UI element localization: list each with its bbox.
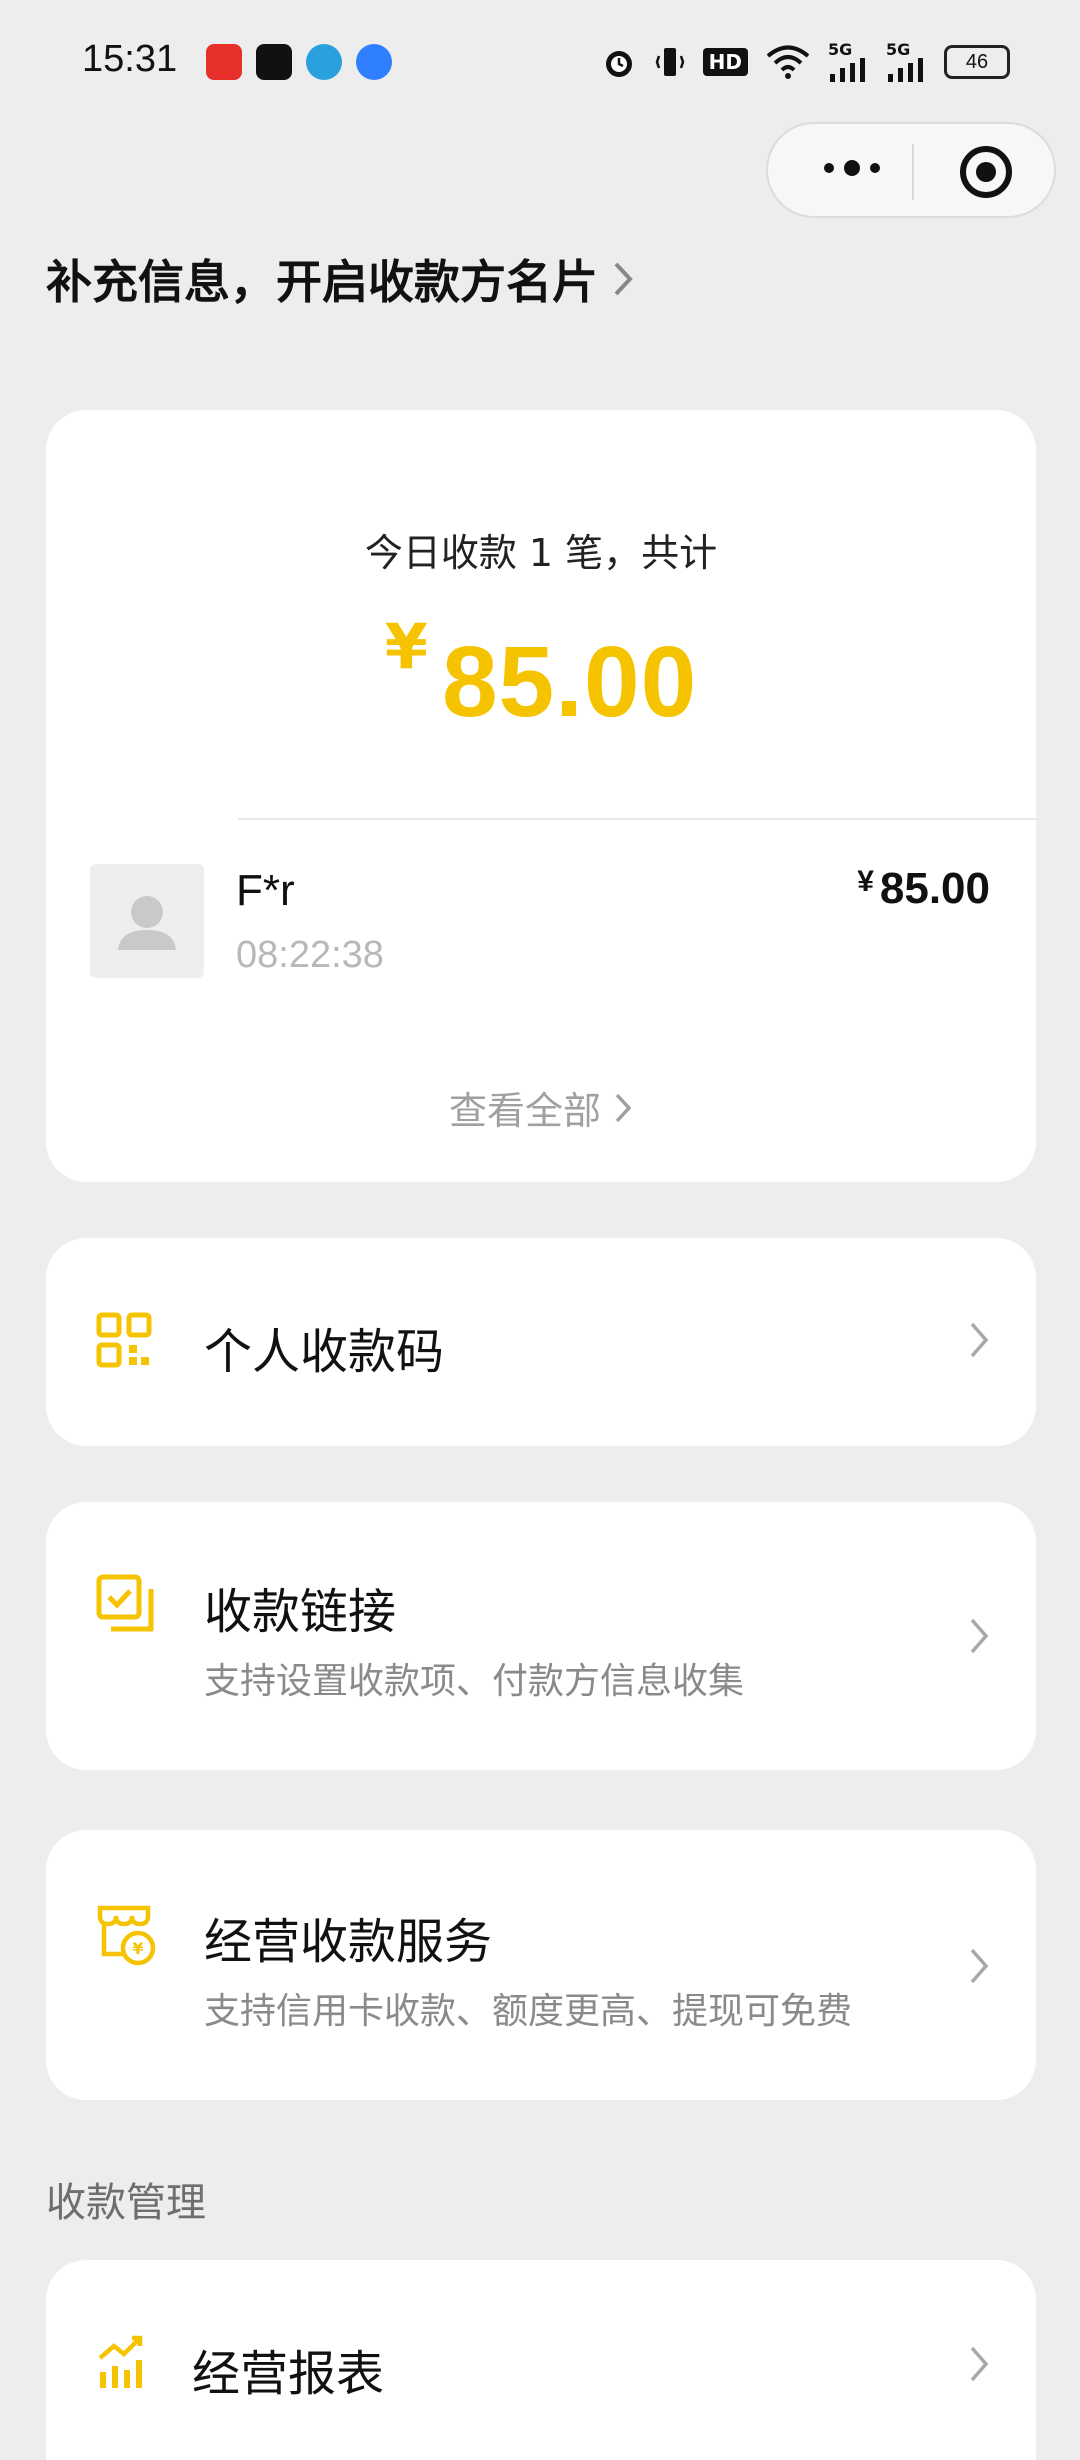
chevron-right-icon [614,262,633,296]
currency-symbol: ¥ [857,865,874,898]
capsule-menu [766,122,1056,218]
chevron-right-icon [970,1322,989,1358]
section-title: 收款管理 [46,2180,206,2226]
transaction-amount-value: 85.00 [879,864,990,913]
vibrate-icon [655,44,685,80]
summary-amount: ¥85.00 [46,610,1036,740]
complete-info-label: 补充信息，开启收款方名片 [46,255,598,309]
avatar [90,864,204,978]
chevron-right-icon [970,1618,989,1654]
payment-link-title: 收款链接 [204,1584,397,1640]
signal-icon: 5G [828,42,868,82]
svg-text:¥: ¥ [132,1939,143,1958]
alarm-icon [601,44,637,80]
business-payment-subtitle: 支持信用卡收款、额度更高、提现可免费 [204,1991,853,2032]
payment-link-card[interactable]: 收款链接 支持设置收款项、付款方信息收集 [46,1502,1036,1770]
store-payment-icon: ¥ [97,1905,156,1966]
qr-code-icon [96,1312,152,1368]
chevron-right-icon [615,1093,632,1122]
business-payment-title: 经营收款服务 [204,1914,493,1970]
wifi-icon [766,45,810,79]
payment-link-icon [96,1574,154,1632]
toutiao-icon [206,44,242,80]
more-options-icon[interactable] [824,160,880,176]
telegram-icon [306,44,342,80]
view-all-label: 查看全部 [448,1089,601,1133]
transaction-time: 08:22:38 [236,934,384,976]
douyin-icon [256,44,292,80]
view-all-link[interactable]: 查看全部 [46,1080,1036,1135]
complete-info-link[interactable]: 补充信息，开启收款方名片 [46,246,634,312]
today-summary-card: 今日收款 1 笔，共计 ¥85.00 F*r 08:22:38 ¥85.00 查… [46,410,1036,1182]
notification-icons [206,44,392,80]
total-amount: 85.00 [441,626,698,738]
business-report-card[interactable]: 经营报表 [46,2260,1036,2460]
system-icons: HD 5G 5G 46 [601,42,1010,82]
signal-icon-2: 5G [886,42,926,82]
currency-symbol: ¥ [384,610,428,683]
payer-name: F*r [236,866,295,915]
close-miniprogram-icon[interactable] [960,146,1012,198]
personal-qr-title: 个人收款码 [204,1324,445,1380]
chart-up-icon [98,2335,143,2388]
status-time: 15:31 [82,38,178,80]
personal-qr-card[interactable]: 个人收款码 [46,1238,1036,1446]
hd-icon: HD [702,48,748,76]
divider [238,818,1036,820]
capsule-divider [912,144,914,200]
transaction-amount: ¥85.00 [857,864,990,914]
summary-text: 今日收款 1 笔，共计 [364,531,718,575]
browser-icon [356,44,392,80]
business-payment-card[interactable]: ¥ 经营收款服务 支持信用卡收款、额度更高、提现可免费 [46,1830,1036,2100]
chevron-right-icon [970,1948,989,1984]
person-icon [118,896,176,950]
business-report-title: 经营报表 [192,2346,385,2402]
battery-icon: 46 [944,45,1010,79]
payment-link-subtitle: 支持设置收款项、付款方信息收集 [204,1661,745,1702]
chevron-right-icon [970,2346,989,2382]
